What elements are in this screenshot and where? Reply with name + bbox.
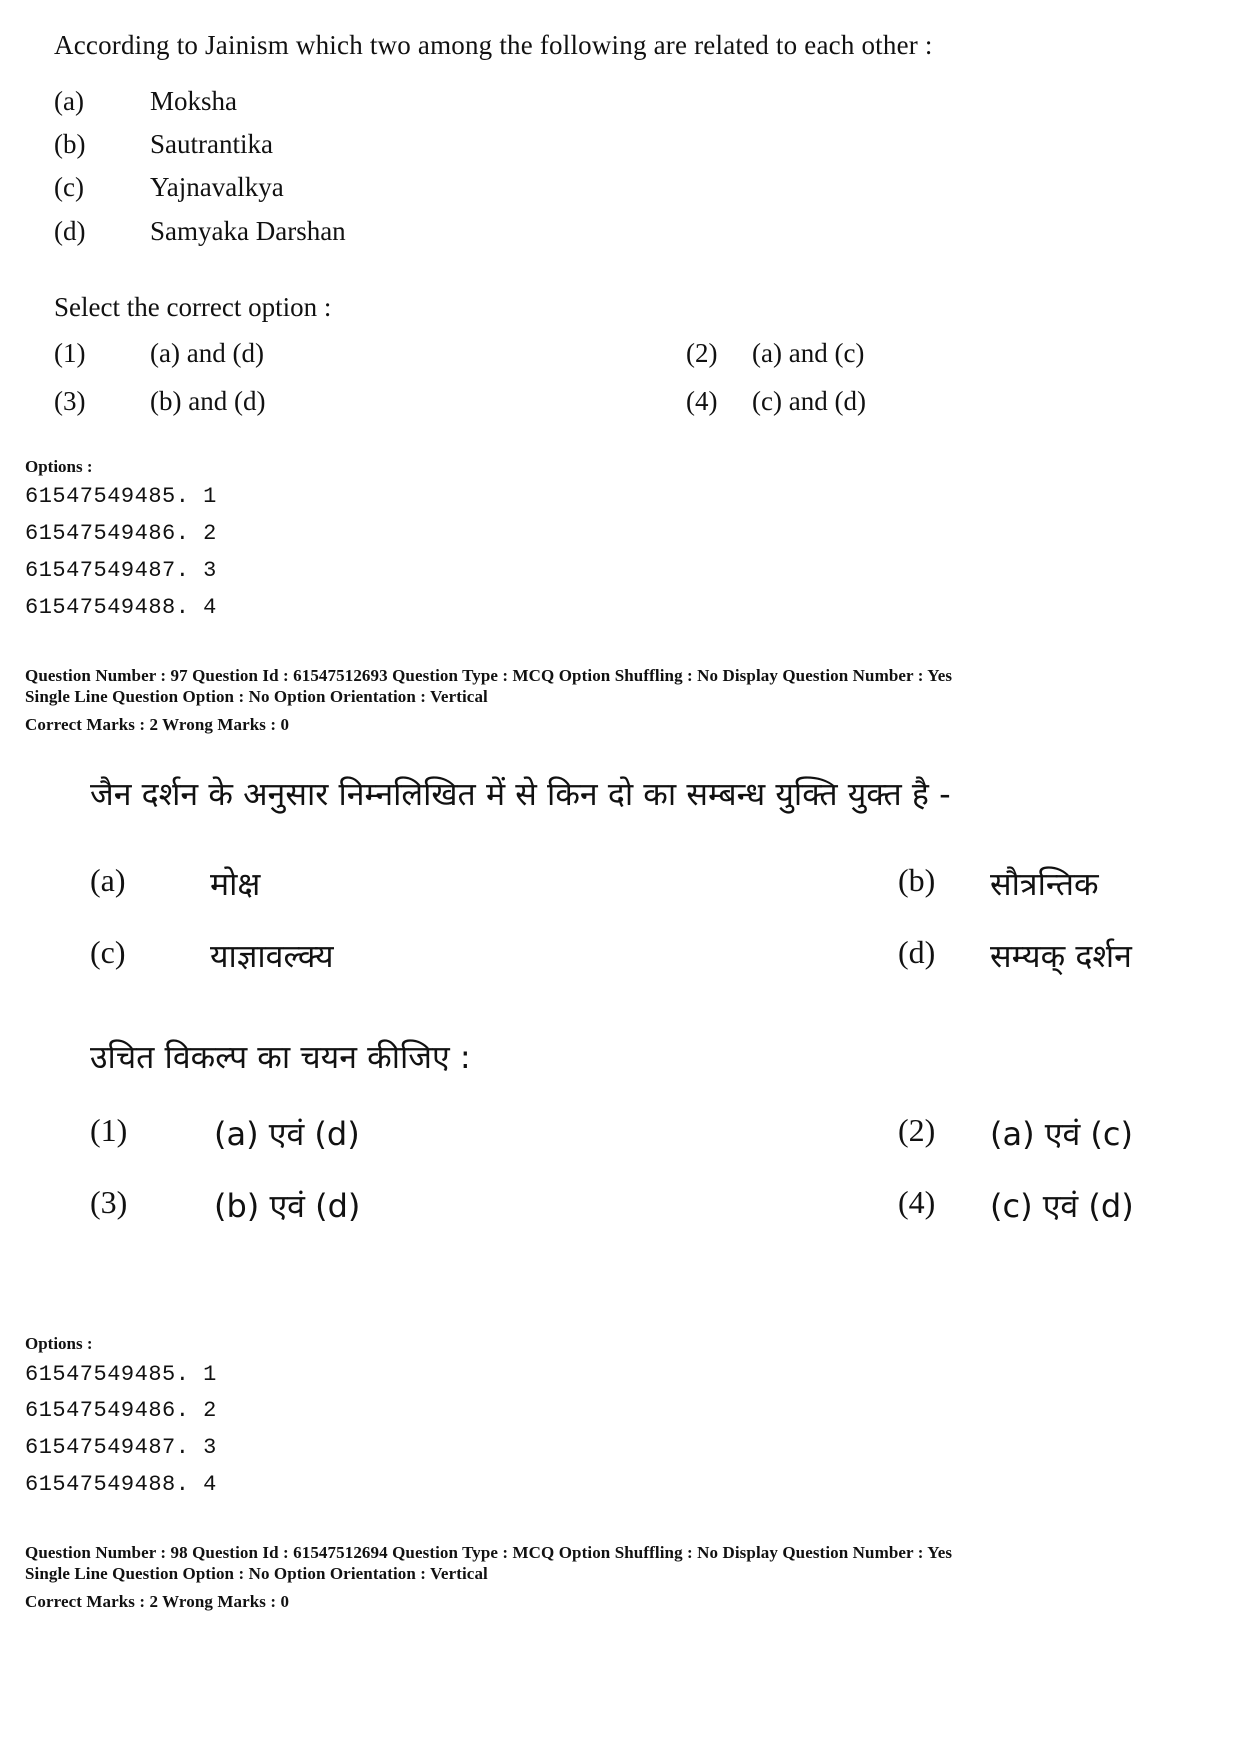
item-label: (d) xyxy=(898,934,936,970)
english-answer-4: (4) (c) and (d) xyxy=(686,386,1086,420)
item-text: Moksha xyxy=(150,86,237,116)
option-line: 61547549487. 3 xyxy=(25,558,217,583)
item-text: Samyaka Darshan xyxy=(150,216,346,246)
hindi-item-c: (c) याज्ञावल्क्य xyxy=(90,934,490,978)
english-answer-3: (3) (b) and (d) xyxy=(54,386,454,420)
option-line: 61547549486. 2 xyxy=(25,1398,217,1423)
option-line: 61547549487. 3 xyxy=(25,1435,217,1460)
answer-text: (a) and (c) xyxy=(752,338,865,368)
answer-label: (3) xyxy=(54,386,86,416)
item-label: (b) xyxy=(898,862,936,898)
hindi-select-prompt: उचित विकल्प का चयन कीजिए : xyxy=(90,1038,471,1076)
question-meta-line: Single Line Question Option : No Option … xyxy=(25,687,488,706)
english-answer-1: (1) (a) and (d) xyxy=(54,338,454,372)
hindi-answer-4: (4) (c) एवं (d) xyxy=(898,1184,1218,1228)
hindi-item-d: (d) सम्यक् दर्शन xyxy=(898,934,1218,978)
marks-meta-line: Correct Marks : 2 Wrong Marks : 0 xyxy=(25,715,290,734)
item-label: (a) xyxy=(90,862,126,898)
item-text: Sautrantika xyxy=(150,129,273,159)
option-line: 61547549488. 4 xyxy=(25,1472,217,1497)
answer-text: (b) and (d) xyxy=(150,386,266,416)
answer-text: (b) एवं (d) xyxy=(214,1187,361,1225)
item-label: (c) xyxy=(54,172,84,202)
answer-text: (c) एवं (d) xyxy=(990,1187,1134,1225)
option-line: 61547549485. 1 xyxy=(25,484,217,509)
answer-text: (c) and (d) xyxy=(752,386,866,416)
hindi-answer-2: (2) (a) एवं (c) xyxy=(898,1112,1218,1156)
item-label: (a) xyxy=(54,86,84,116)
hindi-answer-1: (1) (a) एवं (d) xyxy=(90,1112,490,1156)
hindi-question-stem: जैन दर्शन के अनुसार निम्नलिखित में से कि… xyxy=(90,775,951,813)
answer-label: (3) xyxy=(90,1184,128,1220)
answer-label: (2) xyxy=(686,338,718,368)
answer-label: (4) xyxy=(898,1184,936,1220)
english-item-a: (a) Moksha xyxy=(54,86,554,120)
hindi-answer-3: (3) (b) एवं (d) xyxy=(90,1184,490,1228)
item-text: सौत्रन्तिक xyxy=(990,865,1099,903)
option-line: 61547549485. 1 xyxy=(25,1362,217,1387)
item-text: Yajnavalkya xyxy=(150,172,284,202)
marks-meta-line: Correct Marks : 2 Wrong Marks : 0 xyxy=(25,1592,290,1611)
answer-text: (a) and (d) xyxy=(150,338,264,368)
english-item-b: (b) Sautrantika xyxy=(54,129,554,163)
english-answer-2: (2) (a) and (c) xyxy=(686,338,1086,372)
option-line: 61547549486. 2 xyxy=(25,521,217,546)
answer-text: (a) एवं (c) xyxy=(990,1115,1133,1153)
item-label: (c) xyxy=(90,934,126,970)
item-text: याज्ञावल्क्य xyxy=(210,937,334,975)
answer-label: (1) xyxy=(54,338,86,368)
question-meta-line: Question Number : 98 Question Id : 61547… xyxy=(25,1543,953,1562)
item-label: (b) xyxy=(54,129,86,159)
answer-text: (a) एवं (d) xyxy=(214,1115,360,1153)
options-heading: Options : xyxy=(25,1334,93,1353)
english-item-d: (d) Samyaka Darshan xyxy=(54,216,554,250)
hindi-item-b: (b) सौत्रन्तिक xyxy=(898,862,1218,906)
english-item-c: (c) Yajnavalkya xyxy=(54,172,554,206)
english-question-stem: According to Jainism which two among the… xyxy=(54,30,933,60)
english-select-prompt: Select the correct option : xyxy=(54,292,332,322)
hindi-item-a: (a) मोक्ष xyxy=(90,862,490,906)
option-line: 61547549488. 4 xyxy=(25,595,217,620)
question-meta-line: Single Line Question Option : No Option … xyxy=(25,1564,488,1583)
answer-label: (4) xyxy=(686,386,718,416)
item-text: सम्यक् दर्शन xyxy=(990,937,1132,975)
answer-label: (2) xyxy=(898,1112,936,1148)
answer-label: (1) xyxy=(90,1112,128,1148)
question-meta-line: Question Number : 97 Question Id : 61547… xyxy=(25,666,953,685)
options-heading: Options : xyxy=(25,457,93,476)
item-text: मोक्ष xyxy=(210,865,261,903)
item-label: (d) xyxy=(54,216,86,246)
